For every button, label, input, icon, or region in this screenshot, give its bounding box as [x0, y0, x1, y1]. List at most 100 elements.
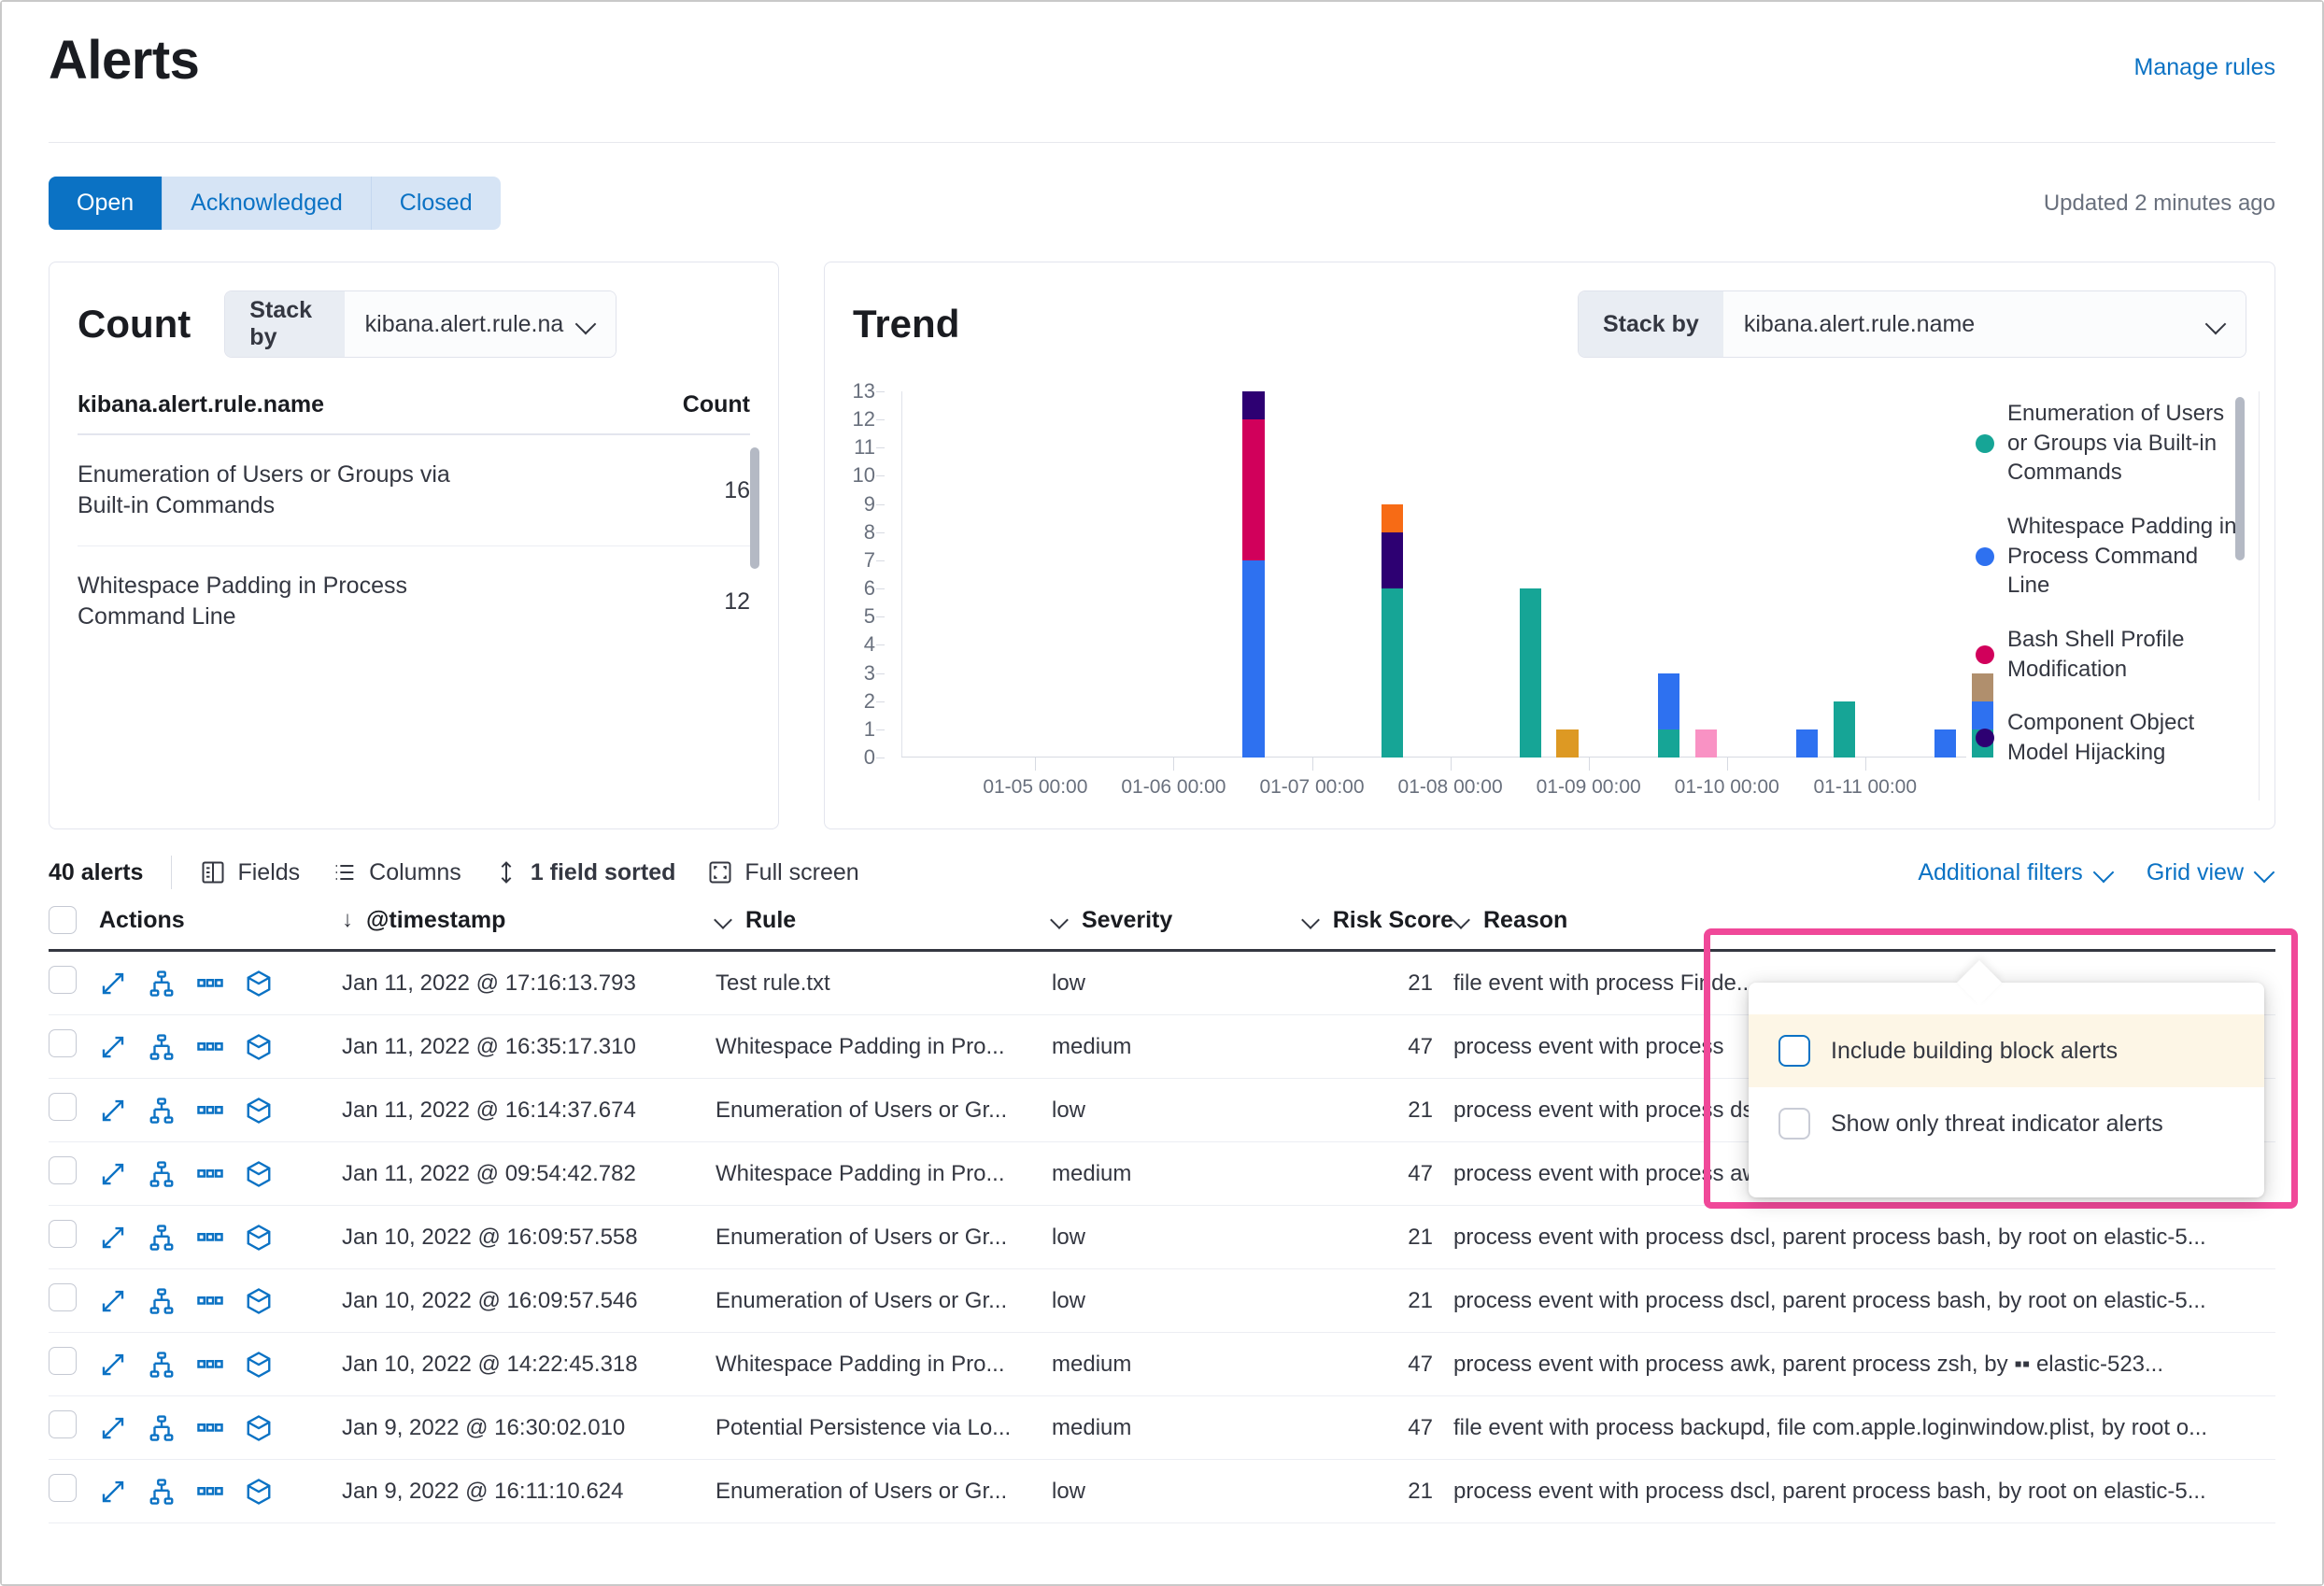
- cube-icon[interactable]: [245, 1224, 273, 1252]
- chart-bar[interactable]: [1556, 729, 1579, 758]
- session-view-icon[interactable]: [196, 970, 224, 998]
- legend-scrollbar[interactable]: [2235, 397, 2245, 560]
- expand-icon[interactable]: [99, 1478, 127, 1506]
- analyzer-icon[interactable]: [148, 1478, 176, 1506]
- table-row[interactable]: Jan 10, 2022 @ 16:09:57.558 Enumeration o…: [49, 1206, 2275, 1269]
- analyzer-icon[interactable]: [148, 1414, 176, 1442]
- fullscreen-button[interactable]: Full screen: [707, 859, 859, 886]
- analyzer-icon[interactable]: [148, 1224, 176, 1252]
- col-actions: Actions: [99, 906, 185, 933]
- count-stack-by-select[interactable]: Stack by kibana.alert.rule.na: [224, 290, 617, 358]
- count-table-scrollbar[interactable]: [750, 447, 759, 569]
- columns-button[interactable]: Columns: [332, 859, 461, 886]
- expand-icon[interactable]: [99, 1287, 127, 1315]
- row-checkbox[interactable]: [49, 1347, 99, 1381]
- cube-icon[interactable]: [245, 1097, 273, 1125]
- popover-item-threat-indicator[interactable]: Show only threat indicator alerts: [1749, 1087, 2264, 1160]
- cube-icon[interactable]: [245, 1414, 273, 1442]
- col-severity[interactable]: Severity: [1052, 907, 1248, 934]
- checkbox-icon: [49, 1474, 77, 1502]
- tab-open[interactable]: Open: [49, 177, 163, 230]
- expand-icon[interactable]: [99, 1224, 127, 1252]
- count-panel-title: Count: [78, 302, 191, 346]
- table-row[interactable]: Jan 10, 2022 @ 14:22:45.318 Whitespace Pa…: [49, 1333, 2275, 1396]
- trend-stack-by-select[interactable]: Stack by kibana.alert.rule.name: [1578, 290, 2246, 358]
- table-row[interactable]: Jan 9, 2022 @ 16:30:02.010 Potential Pers…: [49, 1396, 2275, 1460]
- count-table-row[interactable]: Whitespace Padding in Process Command Li…: [78, 546, 750, 657]
- session-view-icon[interactable]: [196, 1160, 224, 1188]
- cube-icon[interactable]: [245, 1478, 273, 1506]
- chart-bar[interactable]: [1833, 701, 1855, 758]
- analyzer-icon[interactable]: [148, 1287, 176, 1315]
- chart-bar[interactable]: [1694, 729, 1717, 758]
- expand-icon[interactable]: [99, 1097, 127, 1125]
- checkbox-icon[interactable]: [1778, 1035, 1810, 1067]
- chart-legend-item[interactable]: Enumeration of Users or Groups via Built…: [1976, 399, 2246, 488]
- popover-item-building-block[interactable]: Include building block alerts: [1749, 1014, 2264, 1087]
- sort-fields-button[interactable]: 1 field sorted: [493, 859, 675, 886]
- analyzer-icon[interactable]: [148, 1033, 176, 1061]
- cell-rule: Enumeration of Users or Gr...: [716, 1478, 1008, 1504]
- col-rule[interactable]: Rule: [716, 907, 1052, 934]
- row-checkbox[interactable]: [49, 1220, 99, 1254]
- tab-acknowledged[interactable]: Acknowledged: [163, 177, 372, 230]
- cube-icon[interactable]: [245, 1287, 273, 1315]
- chart-bar[interactable]: [1519, 588, 1541, 758]
- session-view-icon[interactable]: [196, 1097, 224, 1125]
- chart-legend-item[interactable]: Component Object Model Hijacking: [1976, 708, 2246, 767]
- row-checkbox[interactable]: [49, 1093, 99, 1127]
- grid-view-button[interactable]: Grid view: [2147, 859, 2275, 886]
- chart-legend-item[interactable]: Bash Shell Profile Modification: [1976, 625, 2246, 684]
- expand-icon[interactable]: [99, 1414, 127, 1442]
- chart-bar-segment: [1657, 673, 1680, 729]
- session-view-icon[interactable]: [196, 1224, 224, 1252]
- expand-icon[interactable]: [99, 970, 127, 998]
- session-view-icon[interactable]: [196, 1033, 224, 1061]
- count-table-row[interactable]: Enumeration of Users or Groups via Built…: [78, 435, 750, 546]
- session-view-icon[interactable]: [196, 1478, 224, 1506]
- row-checkbox[interactable]: [49, 1474, 99, 1508]
- col-timestamp[interactable]: ↓ @timestamp: [342, 907, 716, 934]
- chart-x-tick-label: 01-06 00:00: [1121, 776, 1226, 798]
- expand-icon[interactable]: [99, 1033, 127, 1061]
- chart-bar[interactable]: [1242, 391, 1265, 758]
- expand-icon[interactable]: [99, 1351, 127, 1379]
- checkbox-icon: [49, 1156, 77, 1184]
- row-checkbox[interactable]: [49, 1283, 99, 1318]
- analyzer-icon[interactable]: [148, 1351, 176, 1379]
- additional-filters-button[interactable]: Additional filters: [1918, 859, 2114, 886]
- table-row[interactable]: Jan 9, 2022 @ 16:11:10.624 Enumeration of…: [49, 1460, 2275, 1523]
- tab-closed[interactable]: Closed: [371, 177, 501, 230]
- chart-bar[interactable]: [1381, 503, 1403, 758]
- chart-bar[interactable]: [1657, 673, 1680, 758]
- chart-legend-item[interactable]: Whitespace Padding in Process Command Li…: [1976, 512, 2246, 601]
- session-view-icon[interactable]: [196, 1287, 224, 1315]
- session-view-icon[interactable]: [196, 1414, 224, 1442]
- col-risk-score[interactable]: Risk Score: [1248, 907, 1453, 934]
- chevron-down-icon: [2206, 314, 2227, 334]
- count-stack-by-value-wrap[interactable]: kibana.alert.rule.na: [344, 291, 616, 357]
- select-all-checkbox[interactable]: [49, 906, 99, 934]
- row-checkbox[interactable]: [49, 1410, 99, 1445]
- session-view-icon[interactable]: [196, 1351, 224, 1379]
- cube-icon[interactable]: [245, 1160, 273, 1188]
- trend-stack-by-value-wrap[interactable]: kibana.alert.rule.name: [1722, 291, 2246, 357]
- chart-bar[interactable]: [1795, 729, 1819, 758]
- analyzer-icon[interactable]: [148, 970, 176, 998]
- cube-icon[interactable]: [245, 1033, 273, 1061]
- row-checkbox[interactable]: [49, 1029, 99, 1064]
- analyzer-icon[interactable]: [148, 1097, 176, 1125]
- cube-icon[interactable]: [245, 970, 273, 998]
- analyzer-icon[interactable]: [148, 1160, 176, 1188]
- fields-button[interactable]: Fields: [200, 859, 300, 886]
- chart-plot-area: 0 1 2 3 4 5 6 7 8 9 10 11 12 13 01-05 00:00 01-06 00:0…: [853, 379, 1994, 810]
- table-row[interactable]: Jan 10, 2022 @ 16:09:57.546 Enumeration o…: [49, 1269, 2275, 1333]
- row-checkbox[interactable]: [49, 966, 99, 1000]
- row-checkbox[interactable]: [49, 1156, 99, 1191]
- col-reason[interactable]: Reason: [1453, 907, 2275, 934]
- manage-rules-link[interactable]: Manage rules: [2134, 54, 2275, 81]
- chart-bar[interactable]: [1934, 729, 1957, 758]
- cube-icon[interactable]: [245, 1351, 273, 1379]
- expand-icon[interactable]: [99, 1160, 127, 1188]
- checkbox-icon[interactable]: [1778, 1108, 1810, 1140]
